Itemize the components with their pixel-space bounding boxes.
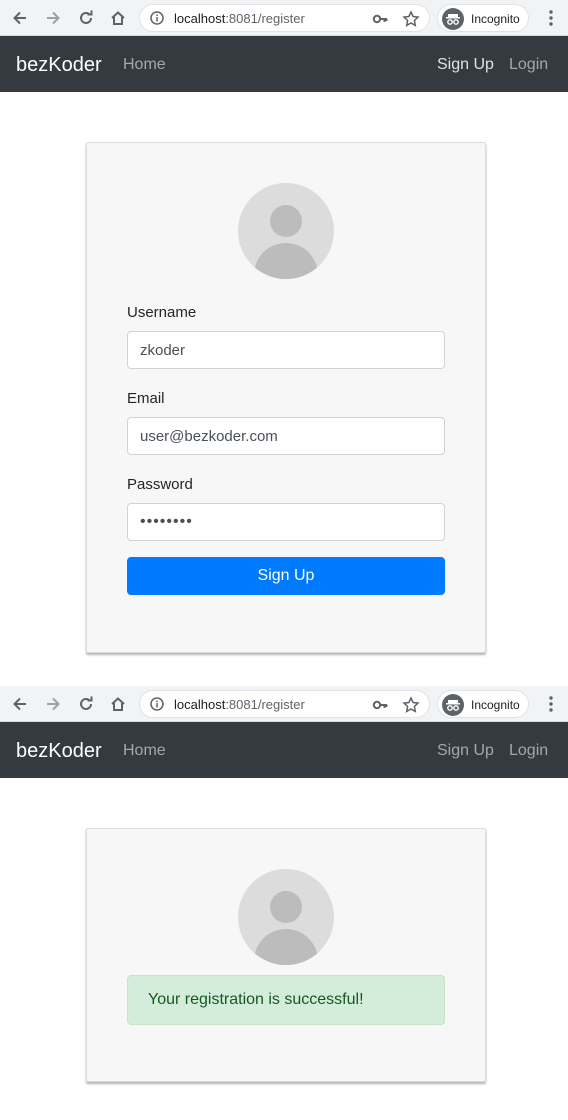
register-card: Username Email Password Sign Up <box>86 142 486 653</box>
forward-arrow-icon[interactable] <box>41 6 65 30</box>
nav-login-link[interactable]: Login <box>509 742 548 760</box>
info-icon[interactable] <box>150 11 164 25</box>
star-icon[interactable] <box>402 10 420 28</box>
url-text: localhost:8081/register <box>174 11 305 26</box>
success-alert: Your registration is successful! <box>127 975 445 1025</box>
incognito-label: Incognito <box>471 12 520 26</box>
browser-toolbar: localhost:8081/register Incognito <box>0 686 568 722</box>
app-navbar: bezKoder Home Sign Up Login <box>0 36 568 92</box>
menu-dots-icon[interactable] <box>541 8 561 28</box>
nav-signup-link[interactable]: Sign Up <box>437 742 494 760</box>
home-icon[interactable] <box>106 692 130 716</box>
incognito-badge[interactable]: Incognito <box>437 4 529 32</box>
address-bar[interactable]: localhost:8081/register <box>139 690 430 718</box>
incognito-icon <box>442 694 464 716</box>
incognito-icon <box>442 8 464 30</box>
url-text: localhost:8081/register <box>174 697 305 712</box>
username-label: Username <box>127 304 197 321</box>
registration-form-screen: localhost:8081/register Incognito bezKod… <box>0 0 568 686</box>
back-arrow-icon[interactable] <box>8 6 32 30</box>
forward-arrow-icon[interactable] <box>41 692 65 716</box>
register-card: Your registration is successful! <box>86 828 486 1082</box>
home-icon[interactable] <box>106 6 130 30</box>
reload-icon[interactable] <box>74 692 98 716</box>
key-icon[interactable] <box>372 11 388 27</box>
nav-home-link[interactable]: Home <box>123 742 166 760</box>
key-icon[interactable] <box>372 697 388 713</box>
profile-avatar-icon <box>238 183 334 279</box>
browser-toolbar: localhost:8081/register Incognito <box>0 0 568 36</box>
address-bar[interactable]: localhost:8081/register <box>139 4 430 32</box>
password-label: Password <box>127 476 193 493</box>
brand-logo[interactable]: bezKoder <box>16 53 102 77</box>
app-navbar: bezKoder Home Sign Up Login <box>0 722 568 778</box>
incognito-label: Incognito <box>471 698 520 712</box>
registration-success-screen: localhost:8081/register Incognito bezKod… <box>0 686 568 1120</box>
username-input[interactable] <box>127 331 445 369</box>
nav-home-link[interactable]: Home <box>123 56 166 74</box>
brand-logo[interactable]: bezKoder <box>16 739 102 763</box>
incognito-badge[interactable]: Incognito <box>437 690 529 718</box>
profile-avatar-icon <box>238 869 334 965</box>
nav-signup-link[interactable]: Sign Up <box>437 56 494 74</box>
menu-dots-icon[interactable] <box>541 694 561 714</box>
signup-button[interactable]: Sign Up <box>127 557 445 595</box>
nav-login-link[interactable]: Login <box>509 56 548 74</box>
info-icon[interactable] <box>150 697 164 711</box>
reload-icon[interactable] <box>74 6 98 30</box>
email-input[interactable] <box>127 417 445 455</box>
star-icon[interactable] <box>402 696 420 714</box>
password-input[interactable] <box>127 503 445 541</box>
email-label: Email <box>127 390 165 407</box>
back-arrow-icon[interactable] <box>8 692 32 716</box>
